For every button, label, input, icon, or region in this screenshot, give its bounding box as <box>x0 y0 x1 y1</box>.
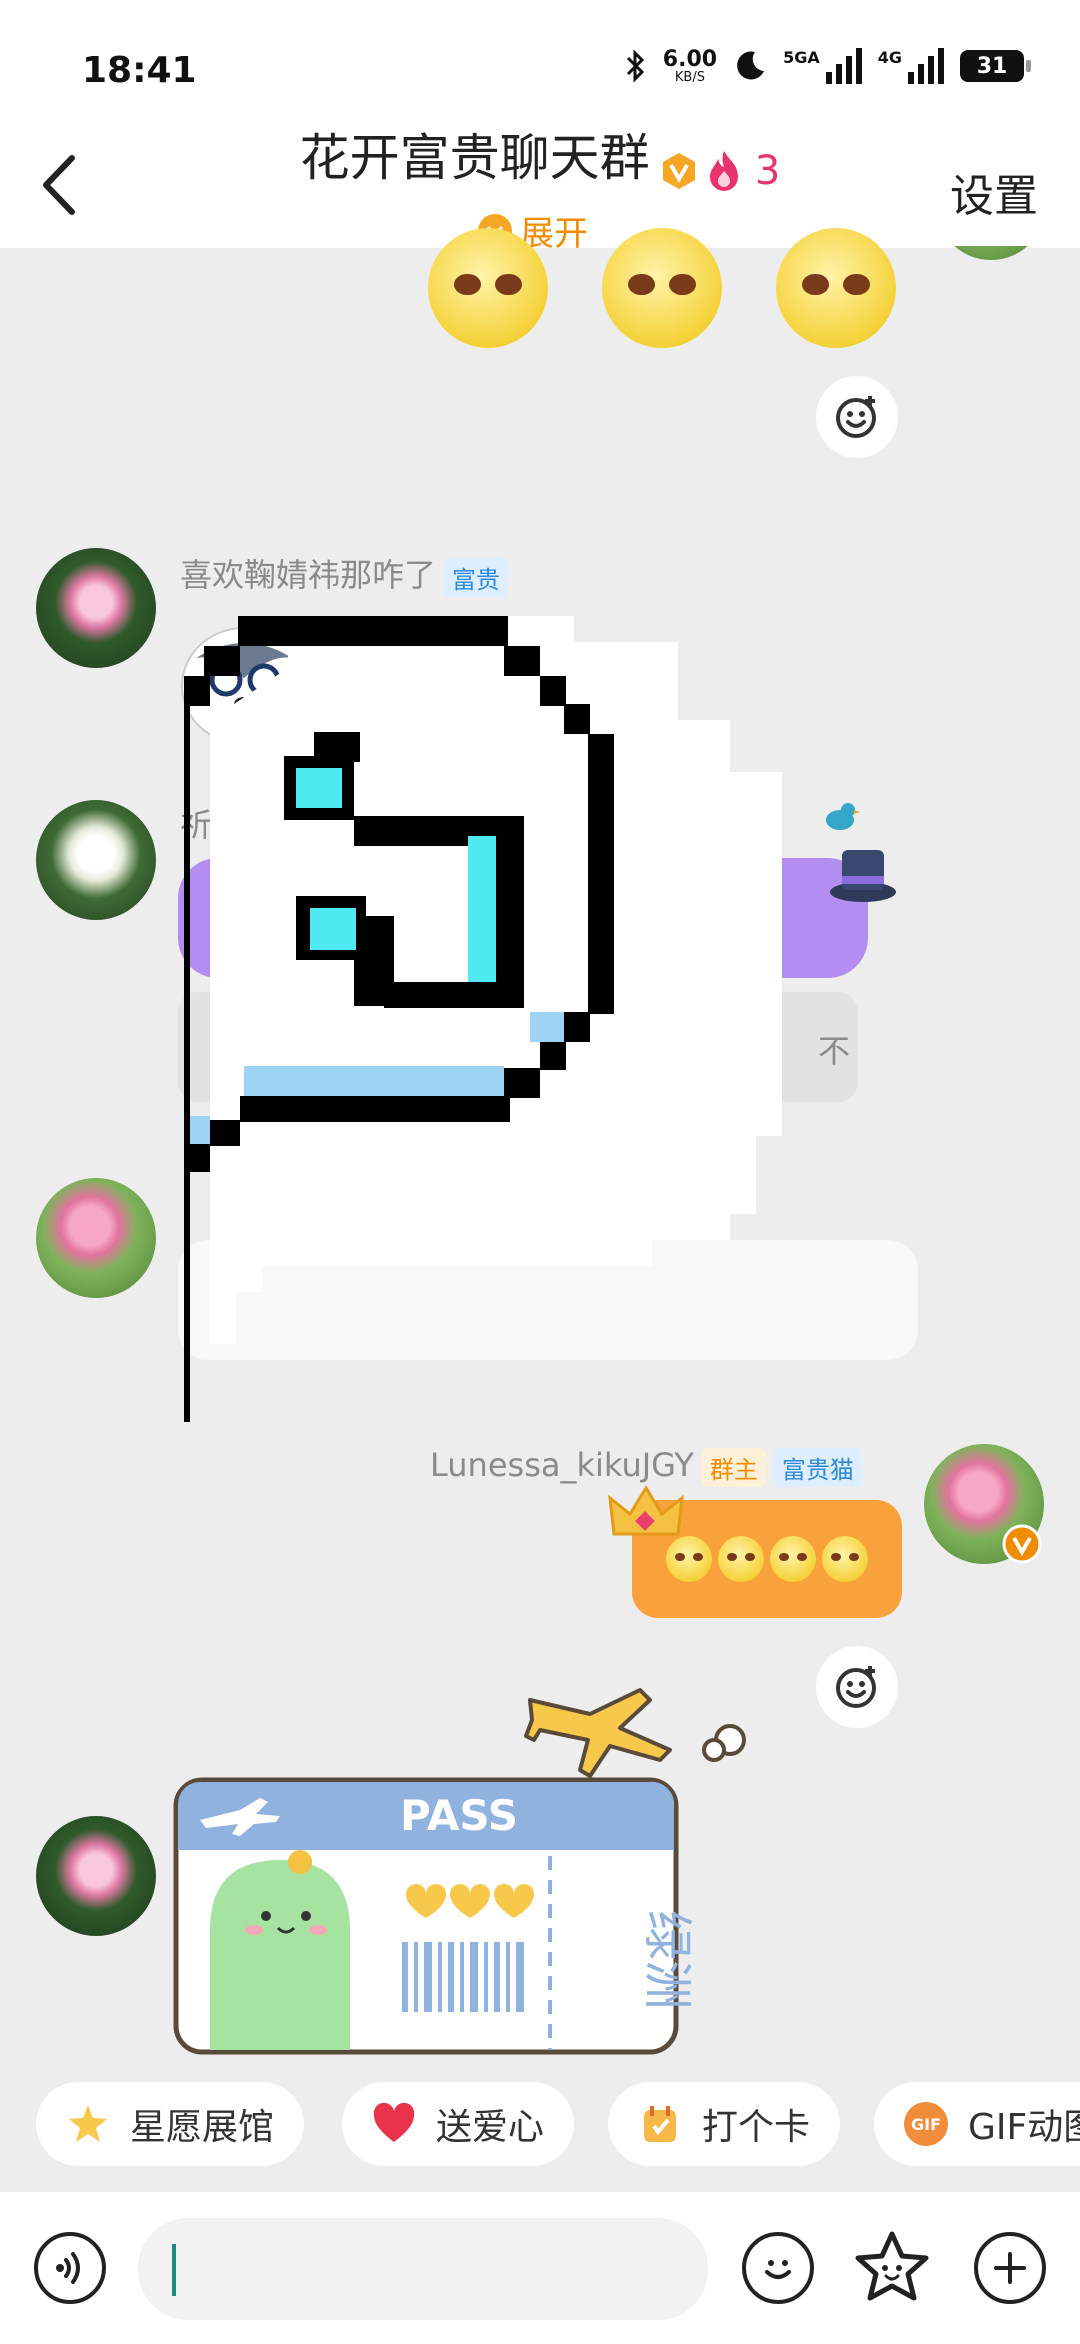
avatar[interactable] <box>36 548 156 668</box>
voice-button[interactable] <box>34 2232 106 2304</box>
status-icons: 6.00 KB/S 5GA 4G 31 <box>625 46 1031 85</box>
quick-action-label: 星愿展馆 <box>130 2107 275 2148</box>
net-speed-unit: KB/S <box>674 69 705 85</box>
owner-tag: 群主 <box>701 1447 766 1487</box>
fire-icon <box>709 150 738 191</box>
checkin-icon <box>644 2106 676 2142</box>
sim1-label: 5GA <box>783 48 820 67</box>
quick-action-star-hall[interactable]: 星愿展馆 <box>36 2082 305 2166</box>
message-input[interactable] <box>138 2218 708 2320</box>
doge-emoji <box>770 1536 816 1582</box>
member-tag: 富贵 <box>444 557 509 597</box>
verified-badge-icon <box>1002 1524 1042 1564</box>
battery-icon: 31 <box>960 50 1031 82</box>
quick-action-label: GIF动图 <box>968 2107 1080 2148</box>
avatar[interactable] <box>36 800 156 920</box>
moon-icon <box>737 51 765 80</box>
sender-name-text: 喜欢鞠婧祎那咋了 <box>180 556 437 594</box>
top-hat-icon <box>830 850 896 902</box>
doge-emoji[interactable] <box>602 228 722 348</box>
sender-name: 喜欢鞠婧祎那咋了 富贵 <box>180 550 509 597</box>
emoji-button[interactable] <box>742 2232 814 2304</box>
quick-action-label: 送爱心 <box>436 2107 545 2148</box>
smile-plus-icon <box>836 396 876 438</box>
quick-action-gif[interactable]: GIF GIF动图 <box>874 2082 1080 2166</box>
sender-name-text: Lunessa_kikuJGY <box>430 1446 694 1484</box>
sim2-label: 4G <box>877 48 902 67</box>
pass-title: PASS <box>400 1791 518 1840</box>
plus-icon <box>994 2252 1026 2284</box>
doge-emoji <box>822 1536 868 1582</box>
doge-emoji <box>718 1536 764 1582</box>
member-tag: 富贵猫 <box>773 1447 862 1487</box>
doge-emoji[interactable] <box>776 228 896 348</box>
more-button[interactable] <box>974 2232 1046 2304</box>
gif-icon: GIF <box>904 2102 948 2146</box>
crown-icon <box>608 1485 684 1536</box>
group-title: 花开富贵聊天群 <box>299 129 650 187</box>
top-bar: 18:41 6.00 KB/S 5GA 4G 31 花开富贵聊天群 3 设置 展… <box>0 0 1080 254</box>
fire-count: 3 <box>754 147 781 194</box>
signal-icon: 5GA <box>783 48 862 84</box>
text-cursor <box>172 2244 176 2296</box>
net-speed: 6.00 KB/S <box>662 46 718 85</box>
emoji-reaction-button[interactable] <box>816 376 898 458</box>
vip-badge-icon <box>662 152 695 189</box>
star-icon <box>69 2105 107 2142</box>
quick-actions: 星愿展馆 送爱心 打个卡 GIF GIF动图 <box>0 2082 1080 2172</box>
airplane-icon <box>524 1688 746 1778</box>
quick-action-label: 打个卡 <box>702 2107 811 2148</box>
settings-button[interactable]: 设置 <box>950 160 1038 224</box>
avatar[interactable] <box>36 1816 156 1936</box>
avatar[interactable] <box>36 1178 156 1298</box>
chat-title-area[interactable]: 花开富贵聊天群 3 <box>0 118 1080 194</box>
voice-icon <box>56 2252 80 2284</box>
signal-icon-2: 4G <box>878 48 944 84</box>
boarding-pass-sticker[interactable]: PASS 绿洲 <box>170 1680 770 2060</box>
sender-name: Lunessa_kikuJGY 群主 富贵猫 <box>430 1446 862 1487</box>
smile-plus-icon <box>836 1666 876 1708</box>
quick-action-send-love[interactable]: 送爱心 <box>342 2082 575 2166</box>
pixel-ghost-sticker[interactable] <box>184 616 830 1422</box>
bluetooth-icon <box>626 49 644 83</box>
sticker-star-button[interactable] <box>852 2228 932 2308</box>
emoji-reaction-button[interactable] <box>816 1646 898 1728</box>
doge-emoji[interactable] <box>428 228 548 348</box>
net-speed-value: 6.00 <box>662 46 718 72</box>
quick-action-check-in[interactable]: 打个卡 <box>608 2082 841 2166</box>
status-time: 18:41 <box>82 50 197 91</box>
heart-icon <box>373 2102 415 2142</box>
pass-destination: 绿洲 <box>638 1910 696 2010</box>
smile-icon <box>765 2260 791 2279</box>
